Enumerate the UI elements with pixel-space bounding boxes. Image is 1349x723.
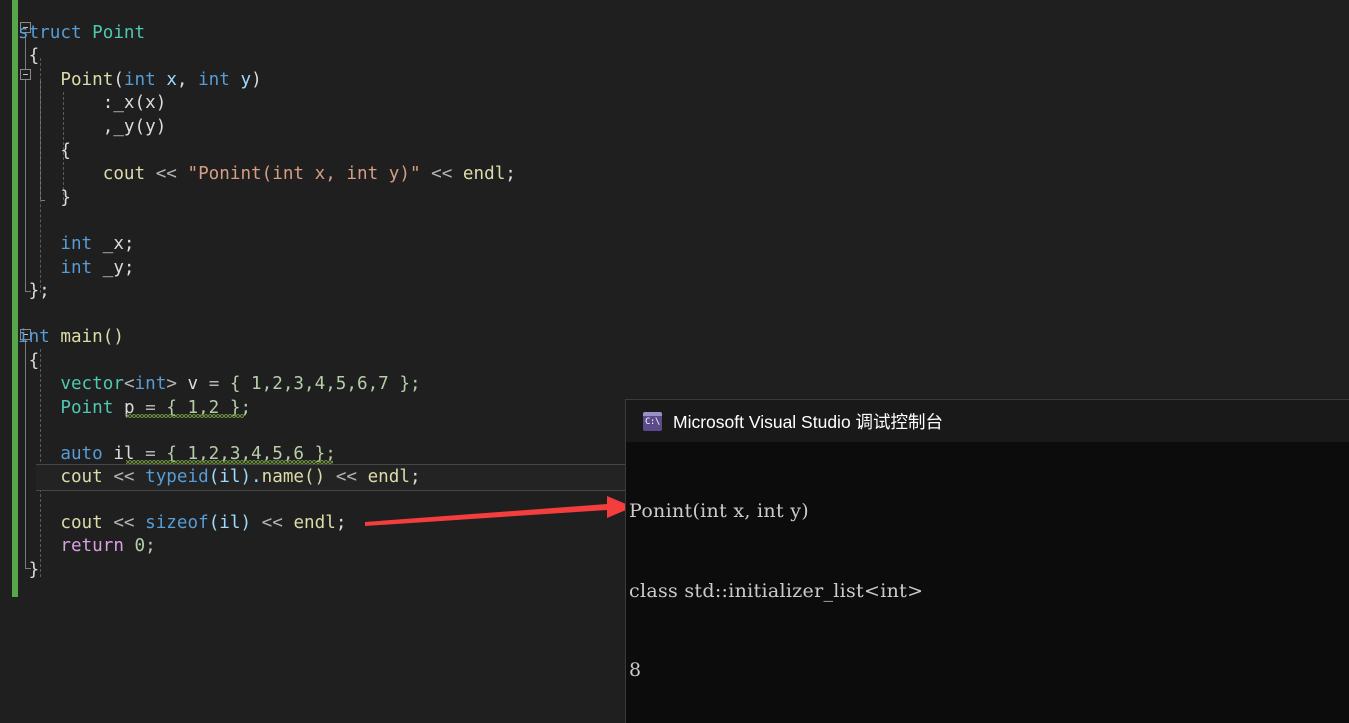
token-int-kw-b: int	[198, 70, 230, 90]
token-ctor-open-brace: {	[60, 141, 71, 161]
token-int-kw-c: int	[60, 234, 93, 254]
console-line-0: Ponint(int x, int y)	[629, 500, 809, 522]
token-sizeof-args: (il)	[208, 513, 252, 533]
code-line-5[interactable]: ........,_y(y)	[18, 116, 167, 139]
token-semi-c: ;	[335, 513, 347, 533]
token-cout-b: cout	[60, 467, 103, 487]
console-window-title: Microsoft Visual Studio 调试控制台	[673, 411, 944, 432]
token-point-typename: Point	[92, 23, 146, 43]
code-line-3[interactable]: ....Point(int x, int y)	[18, 69, 261, 92]
token-ctor-close-brace: }	[60, 188, 71, 208]
token-gt: >	[166, 374, 177, 394]
token-shift-d: <<	[335, 467, 357, 487]
token-init-y: ,_y(y)	[102, 117, 167, 137]
token-param-y: y	[240, 70, 252, 90]
code-line-20[interactable]: ....cout << typeid(il).name() << endl;	[18, 466, 421, 489]
token-return-kw: return	[60, 536, 124, 556]
code-line-1[interactable]: struct Point	[18, 22, 145, 45]
token-main-open-brace: {	[28, 351, 40, 371]
token-semi-b: ;	[409, 467, 421, 487]
console-output-area[interactable]: Ponint(int x, int y) class std::initiali…	[626, 442, 1349, 723]
token-auto-kw: auto	[60, 444, 103, 464]
code-line-12[interactable]: .};	[18, 280, 50, 303]
code-line-16[interactable]: ....vector<int> v = { 1,2,3,4,5,6,7 };	[18, 373, 421, 396]
token-endl-b: endl	[367, 467, 410, 487]
token-init-x: :_x(x)	[102, 93, 167, 113]
token-semi-a: ;	[505, 164, 516, 184]
squiggle-point-init	[126, 414, 244, 418]
token-struct-close: };	[28, 281, 50, 301]
token-typeid-args: (il).	[208, 467, 262, 487]
token-int-kw-e: int	[134, 374, 167, 394]
console-terminal-icon: C:\	[643, 411, 662, 431]
code-line-8[interactable]: ....}	[18, 187, 71, 210]
code-line-22[interactable]: ....cout << sizeof(il) << endl;	[18, 512, 346, 535]
token-lt: <	[123, 374, 135, 394]
code-line-2[interactable]: .{	[18, 45, 40, 68]
code-line-7[interactable]: ........cout << "Ponint(int x, int y)" <…	[18, 163, 516, 186]
debug-console-window[interactable]: C:\ Microsoft Visual Studio 调试控制台 Ponint…	[625, 399, 1349, 723]
console-line-1: class std::initializer_list<int>	[629, 579, 924, 602]
token-vector-init: { 1,2,3,4,5,6,7 };	[229, 374, 421, 394]
token-param-x: x	[166, 70, 177, 90]
token-cout-a: cout	[102, 164, 146, 184]
token-member-x: _x;	[102, 234, 135, 254]
code-line-4[interactable]: ........:_x(x)	[18, 92, 167, 115]
token-shift-e: <<	[113, 513, 135, 533]
token-return-zero: 0;	[134, 536, 156, 556]
token-v-name: v	[187, 374, 199, 394]
code-line-10[interactable]: ....int _x;	[18, 233, 135, 256]
token-member-y: _y;	[102, 258, 135, 278]
token-shift-a: <<	[155, 164, 177, 184]
token-name-call: name()	[261, 467, 326, 487]
console-icon-glyph: C:\	[645, 416, 660, 427]
code-line-24[interactable]: .}	[18, 559, 40, 582]
token-open-brace: {	[28, 46, 40, 66]
token-vector-type: vector	[60, 374, 124, 394]
squiggle-il-init	[126, 460, 333, 464]
token-endl-c: endl	[293, 513, 336, 533]
token-shift-c: <<	[113, 467, 135, 487]
token-sizeof-kw: sizeof	[145, 513, 209, 533]
console-line-2: 8	[629, 659, 642, 681]
token-int-kw-d: int	[60, 258, 93, 278]
token-endl-a: endl	[462, 164, 506, 184]
token-main: main()	[60, 327, 124, 347]
code-line-14[interactable]: int main()	[18, 326, 124, 349]
token-cout-c: cout	[60, 513, 103, 533]
token-shift-f: <<	[261, 513, 283, 533]
token-int-kw-main: int	[18, 327, 50, 347]
token-typeid-kw: typeid	[145, 467, 209, 487]
code-line-15[interactable]: .{	[18, 350, 40, 373]
token-eq-a: =	[208, 374, 220, 394]
token-main-close-brace: }	[28, 560, 40, 580]
token-struct-keyword: struct	[18, 23, 82, 43]
token-point-decl-type: Point	[60, 398, 114, 418]
code-line-11[interactable]: ....int _y;	[18, 257, 135, 280]
token-shift-b: <<	[431, 164, 453, 184]
code-line-23[interactable]: ....return 0;	[18, 535, 156, 558]
console-title-bar[interactable]: C:\ Microsoft Visual Studio 调试控制台	[626, 400, 1349, 442]
editor-left-margin	[0, 0, 12, 723]
token-int-kw-a: int	[123, 70, 156, 90]
token-ctor-name: Point	[60, 70, 114, 90]
code-line-6[interactable]: ....{	[18, 140, 71, 163]
token-ctor-string: "Ponint(int x, int y)"	[187, 164, 421, 184]
